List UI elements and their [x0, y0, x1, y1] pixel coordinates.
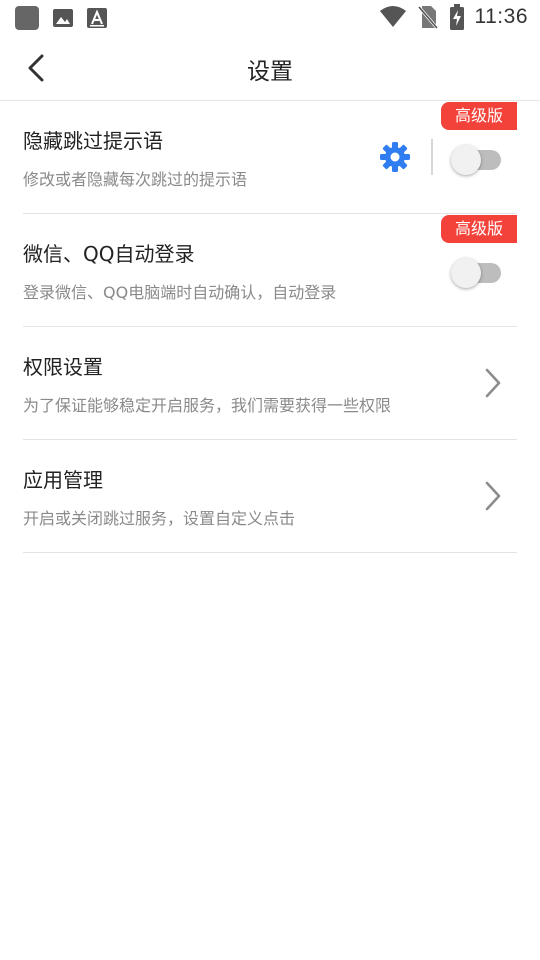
chevron-right-icon [485, 481, 501, 511]
page-title: 设置 [247, 59, 293, 85]
gear-icon[interactable] [379, 141, 411, 173]
battery-charging-icon [449, 4, 464, 30]
setting-subtitle: 为了保证能够稳定开启服务，我们需要获得一些权限 [23, 396, 392, 415]
setting-title: 微信、QQ自动登录 [23, 242, 195, 266]
setting-app-management[interactable]: 应用管理 开启或关闭跳过服务，设置自定义点击 [23, 440, 517, 553]
setting-permissions[interactable]: 权限设置 为了保证能够稳定开启服务，我们需要获得一些权限 [23, 327, 517, 440]
setting-title: 隐藏跳过提示语 [23, 129, 163, 153]
image-icon [53, 9, 73, 27]
premium-badge: 高级版 [440, 102, 517, 130]
app-square-icon [15, 6, 39, 30]
wifi-icon [379, 6, 406, 27]
app-bar: 设置 [0, 36, 540, 101]
setting-subtitle: 开启或关闭跳过服务，设置自定义点击 [23, 509, 296, 528]
setting-subtitle: 修改或者隐藏每次跳过的提示语 [23, 170, 248, 189]
setting-title: 权限设置 [23, 355, 103, 379]
vertical-divider [431, 139, 433, 175]
toggle-knob [451, 258, 481, 288]
auto-login-toggle[interactable] [451, 258, 501, 288]
status-bar: 11:36 [0, 0, 540, 36]
status-system: 11:36 [379, 4, 529, 30]
no-sim-icon [417, 6, 438, 29]
setting-hide-skip-tip: 隐藏跳过提示语 修改或者隐藏每次跳过的提示语 高级版 [23, 101, 517, 214]
chevron-right-icon [485, 368, 501, 398]
premium-badge: 高级版 [440, 215, 517, 243]
settings-list: 隐藏跳过提示语 修改或者隐藏每次跳过的提示语 高级版 微信、QQ自动登录 登录微… [0, 101, 540, 553]
setting-title: 应用管理 [23, 468, 103, 492]
setting-auto-login: 微信、QQ自动登录 登录微信、QQ电脑端时自动确认，自动登录 高级版 [23, 214, 517, 327]
status-notifications [14, 5, 108, 31]
setting-subtitle: 登录微信、QQ电脑端时自动确认，自动登录 [23, 283, 337, 302]
text-a-icon [87, 8, 107, 28]
toggle-knob [451, 145, 481, 175]
status-time: 11:36 [474, 5, 528, 28]
hide-skip-tip-toggle[interactable] [451, 145, 501, 175]
